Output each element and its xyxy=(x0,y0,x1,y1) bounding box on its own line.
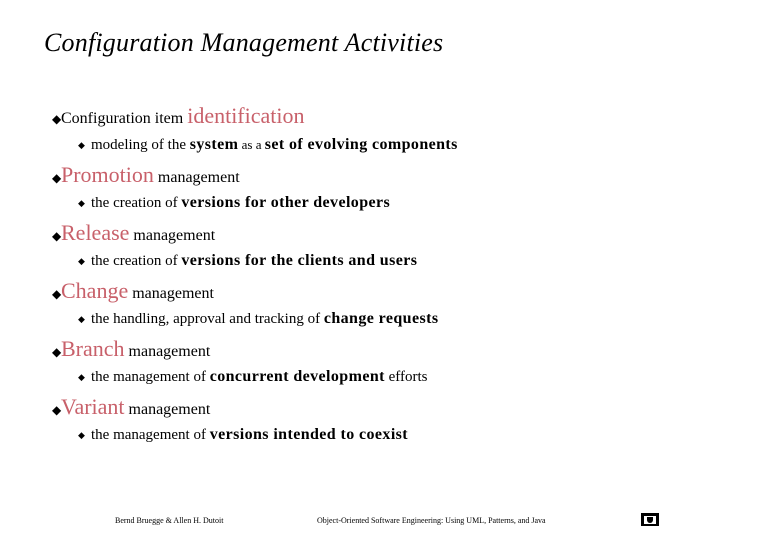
heading-suffix: management xyxy=(124,401,211,418)
plain-text: the management of xyxy=(91,427,210,443)
small-diamond-bullet-icon: ◆ xyxy=(78,430,85,440)
emphasis-text: versions for the clients and users xyxy=(181,252,418,269)
logo-frame xyxy=(644,515,656,524)
diamond-bullet-icon: ◆ xyxy=(52,287,62,301)
heading-suffix: management xyxy=(129,227,216,244)
plain-text: modeling of the xyxy=(91,137,190,153)
plain-text: the handling, approval and tracking of xyxy=(91,311,324,327)
small-diamond-bullet-icon: ◆ xyxy=(78,140,85,150)
slide-title: Configuration Management Activities xyxy=(44,28,444,57)
emphasis-text: set of evolving components xyxy=(264,136,458,153)
small-diamond-bullet-icon: ◆ xyxy=(78,372,85,382)
diamond-bullet-icon: ◆ xyxy=(52,229,62,243)
heading-keyword: Branch xyxy=(61,336,125,361)
diamond-bullet-icon: ◆ xyxy=(52,112,62,126)
heading-keyword: Variant xyxy=(61,394,125,419)
heading-suffix: management xyxy=(128,285,214,302)
heading-keyword: Change xyxy=(61,278,129,303)
heading-prefix: Configuration item xyxy=(61,110,188,127)
emphasis-text: system xyxy=(189,136,239,153)
heading-keyword: Release xyxy=(61,220,130,245)
logo-glyph xyxy=(647,516,653,523)
bullet-heading: Release management xyxy=(61,220,215,246)
tum-logo-icon xyxy=(641,513,659,526)
sub-bullet-text: the creation of versions for the clients… xyxy=(91,252,417,270)
plain-text: the management of xyxy=(91,369,210,385)
plain-text: as a xyxy=(238,137,265,152)
heading-keyword: Promotion xyxy=(61,162,154,187)
bullet-heading: Change management xyxy=(61,278,214,304)
emphasis-text: change requests xyxy=(323,310,439,327)
heading-suffix: management xyxy=(153,169,240,186)
plain-text: the creation of xyxy=(91,253,182,269)
sub-bullet-text: the management of versions intended to c… xyxy=(91,426,408,444)
bullet-heading: Variant management xyxy=(61,394,210,420)
small-diamond-bullet-icon: ◆ xyxy=(78,198,85,208)
sub-bullet-text: the management of concurrent development… xyxy=(91,368,428,386)
diamond-bullet-icon: ◆ xyxy=(52,345,62,359)
sub-bullet-text: the creation of versions for other devel… xyxy=(91,194,390,212)
emphasis-text: versions for other developers xyxy=(181,194,391,211)
footer-authors: Bernd Bruegge & Allen H. Dutoit xyxy=(115,516,224,525)
heading-suffix: management xyxy=(124,343,211,360)
bullet-heading: Promotion management xyxy=(61,162,240,188)
diamond-bullet-icon: ◆ xyxy=(52,403,62,417)
small-diamond-bullet-icon: ◆ xyxy=(78,256,85,266)
bullet-heading: Branch management xyxy=(61,336,210,362)
heading-keyword: identification xyxy=(187,103,305,128)
bullet-heading: Configuration item identification xyxy=(61,103,305,129)
footer-book-title: Object-Oriented Software Engineering: Us… xyxy=(317,516,546,525)
emphasis-text: versions intended to coexist xyxy=(209,426,409,443)
diamond-bullet-icon: ◆ xyxy=(52,171,62,185)
small-diamond-bullet-icon: ◆ xyxy=(78,314,85,324)
plain-text: the creation of xyxy=(91,195,182,211)
plain-text: efforts xyxy=(384,369,428,385)
sub-bullet-text: the handling, approval and tracking of c… xyxy=(91,310,438,328)
sub-bullet-text: modeling of the system as a set of evolv… xyxy=(91,136,458,154)
emphasis-text: concurrent development xyxy=(209,368,385,385)
